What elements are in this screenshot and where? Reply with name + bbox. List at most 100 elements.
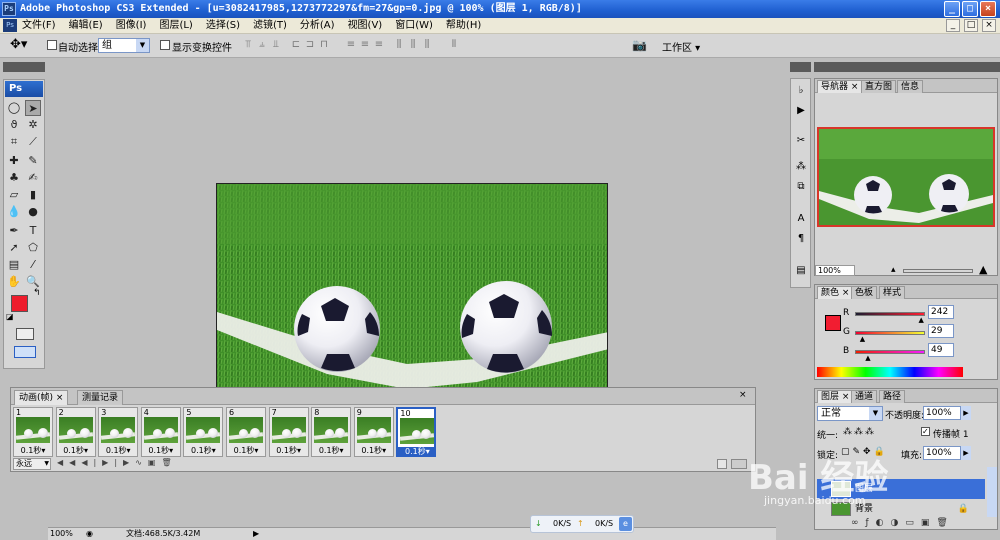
animation-frame[interactable]: 10 0.1秒▾: [396, 407, 437, 457]
swap-colors-icon[interactable]: ↰: [33, 288, 41, 298]
color-ramp[interactable]: [817, 367, 963, 377]
tab-color[interactable]: 颜色 ×: [817, 286, 854, 299]
animation-frame[interactable]: 5 0.1秒▾: [183, 407, 224, 457]
g-value-field[interactable]: 29: [928, 324, 954, 338]
align-left-icon[interactable]: ⊏: [290, 39, 302, 51]
paragraph-icon[interactable]: ¶: [793, 231, 809, 247]
frame-delay[interactable]: 0.1秒▾: [355, 446, 393, 456]
dock-grip-right[interactable]: [814, 62, 1000, 72]
menu-image[interactable]: 图像(I): [116, 19, 147, 33]
align-vcenter-icon[interactable]: ⫨: [256, 39, 268, 51]
frame-delay[interactable]: 0.1秒▾: [99, 446, 137, 456]
tab-histogram[interactable]: 直方图: [861, 80, 897, 93]
magic-wand-icon[interactable]: ✲: [25, 117, 41, 133]
navigator-zoom-slider[interactable]: [903, 269, 973, 273]
layer-action-icons[interactable]: ∞ƒ◐◑▭▣🗑: [851, 518, 955, 528]
menu-layer[interactable]: 图层(L): [159, 19, 192, 33]
tab-layers[interactable]: 图层 ×: [817, 390, 854, 403]
slice-tool-icon[interactable]: ⟋: [25, 134, 41, 150]
marquee-tool-icon[interactable]: ◯: [6, 100, 22, 116]
menu-select[interactable]: 选择(S): [206, 19, 240, 33]
show-transform-checkbox[interactable]: [160, 40, 170, 50]
fill-arrow-icon[interactable]: ▶: [961, 446, 971, 460]
character-icon[interactable]: A: [793, 211, 809, 227]
clone-stamp-icon[interactable]: ♣: [6, 170, 22, 186]
close-button[interactable]: ×: [980, 1, 996, 17]
notes-tool-icon[interactable]: ▤: [6, 257, 22, 273]
prev-frame-icon[interactable]: ◀|: [81, 458, 102, 467]
actions-icon[interactable]: ▶: [793, 103, 809, 119]
dodge-tool-icon[interactable]: ●: [25, 204, 41, 220]
tab-animation-frames[interactable]: 动画(帧) ×: [14, 390, 69, 405]
animation-frame[interactable]: 2 0.1秒▾: [55, 407, 96, 457]
opacity-field[interactable]: 100%: [923, 406, 961, 420]
lasso-tool-icon[interactable]: ϑ: [6, 117, 22, 133]
auto-select-dropdown[interactable]: 组 ▼: [98, 38, 150, 53]
auto-align-icon[interactable]: ⫴: [448, 39, 460, 51]
g-slider-thumb[interactable]: ▲: [860, 335, 865, 343]
menu-help[interactable]: 帮助(H): [446, 19, 481, 33]
color-foreground-swatch[interactable]: [825, 315, 841, 331]
dock-grip-left[interactable]: [790, 62, 811, 72]
minimize-button[interactable]: _: [944, 1, 960, 17]
tween-icon[interactable]: ∿: [135, 458, 148, 467]
tools-grip[interactable]: [3, 62, 45, 72]
shape-tool-icon[interactable]: ⬠: [25, 240, 41, 256]
status-zoom[interactable]: 100%: [50, 528, 73, 540]
menu-window[interactable]: 窗口(W): [395, 19, 433, 33]
r-value-field[interactable]: 242: [928, 305, 954, 319]
foreground-color-swatch[interactable]: [11, 295, 28, 312]
tab-measurement-log[interactable]: 测量记录: [77, 390, 124, 405]
navigator-preview[interactable]: [817, 127, 995, 227]
bridge-icon[interactable]: 📷: [632, 38, 647, 52]
animation-frame[interactable]: 4 0.1秒▾: [140, 407, 181, 457]
tab-channels[interactable]: 通道: [851, 390, 878, 403]
play-icon[interactable]: ▶: [102, 458, 114, 467]
delete-frame-icon[interactable]: 🗑: [161, 458, 177, 467]
duplicate-frame-icon[interactable]: ▣: [148, 458, 162, 467]
path-select-icon[interactable]: ➚: [6, 240, 22, 256]
align-right-icon[interactable]: ⊓: [318, 39, 330, 51]
distribute-bottom-icon[interactable]: ≡: [373, 39, 385, 51]
frame-delay[interactable]: 0.1秒▾: [227, 446, 265, 456]
animation-frame[interactable]: 7 0.1秒▾: [268, 407, 309, 457]
layers-scrollbar[interactable]: [987, 467, 997, 517]
menu-filter[interactable]: 滤镜(T): [253, 19, 287, 33]
align-top-icon[interactable]: ⫪: [242, 39, 254, 51]
workspace-button[interactable]: 工作区 ▾: [662, 39, 700, 54]
frame-delay[interactable]: 0.1秒▾: [398, 447, 437, 457]
menu-edit[interactable]: 编辑(E): [69, 19, 103, 33]
brushes-icon[interactable]: ⁂: [793, 159, 809, 175]
propagate-checkbox[interactable]: ✓: [921, 427, 930, 436]
fill-field[interactable]: 100%: [923, 446, 961, 460]
maximize-button[interactable]: □: [962, 1, 978, 17]
animation-frame[interactable]: 3 0.1秒▾: [98, 407, 139, 457]
doc-close-button[interactable]: ×: [982, 19, 996, 32]
ie-icon[interactable]: e: [619, 517, 632, 531]
screen-mode-icon[interactable]: [14, 346, 36, 358]
tool-presets-icon[interactable]: ✂: [793, 133, 809, 149]
animation-frame[interactable]: 8 0.1秒▾: [311, 407, 352, 457]
r-slider[interactable]: [855, 312, 925, 316]
tab-navigator[interactable]: 导航器 ×: [817, 80, 863, 93]
scroll-left-button[interactable]: [717, 459, 727, 469]
distribute-right-icon[interactable]: ⫼: [421, 39, 433, 51]
doc-minimize-button[interactable]: _: [946, 19, 960, 32]
tab-info[interactable]: 信息: [897, 80, 924, 93]
healing-brush-icon[interactable]: ✚: [6, 153, 22, 169]
blur-tool-icon[interactable]: 💧: [6, 204, 22, 220]
distribute-hcenter-icon[interactable]: ⫼: [407, 39, 419, 51]
pen-tool-icon[interactable]: ✒: [6, 223, 22, 239]
r-slider-thumb[interactable]: ▲: [919, 316, 924, 324]
animation-frame[interactable]: 1 0.1秒▾: [13, 407, 53, 457]
layer-comps-icon[interactable]: ▤: [793, 263, 809, 279]
b-slider-thumb[interactable]: ▲: [865, 354, 870, 362]
zoom-in-icon[interactable]: ▲: [979, 263, 987, 276]
quick-mask-icon[interactable]: [16, 328, 34, 340]
animation-frame[interactable]: 9 0.1秒▾: [353, 407, 394, 457]
document-canvas[interactable]: [216, 183, 608, 388]
navigator-zoom-field[interactable]: 100%: [815, 265, 855, 276]
align-bottom-icon[interactable]: ⫫: [270, 39, 282, 51]
move-tool-icon[interactable]: ✥▾: [10, 38, 27, 52]
frame-delay[interactable]: 0.1秒▾: [312, 446, 350, 456]
